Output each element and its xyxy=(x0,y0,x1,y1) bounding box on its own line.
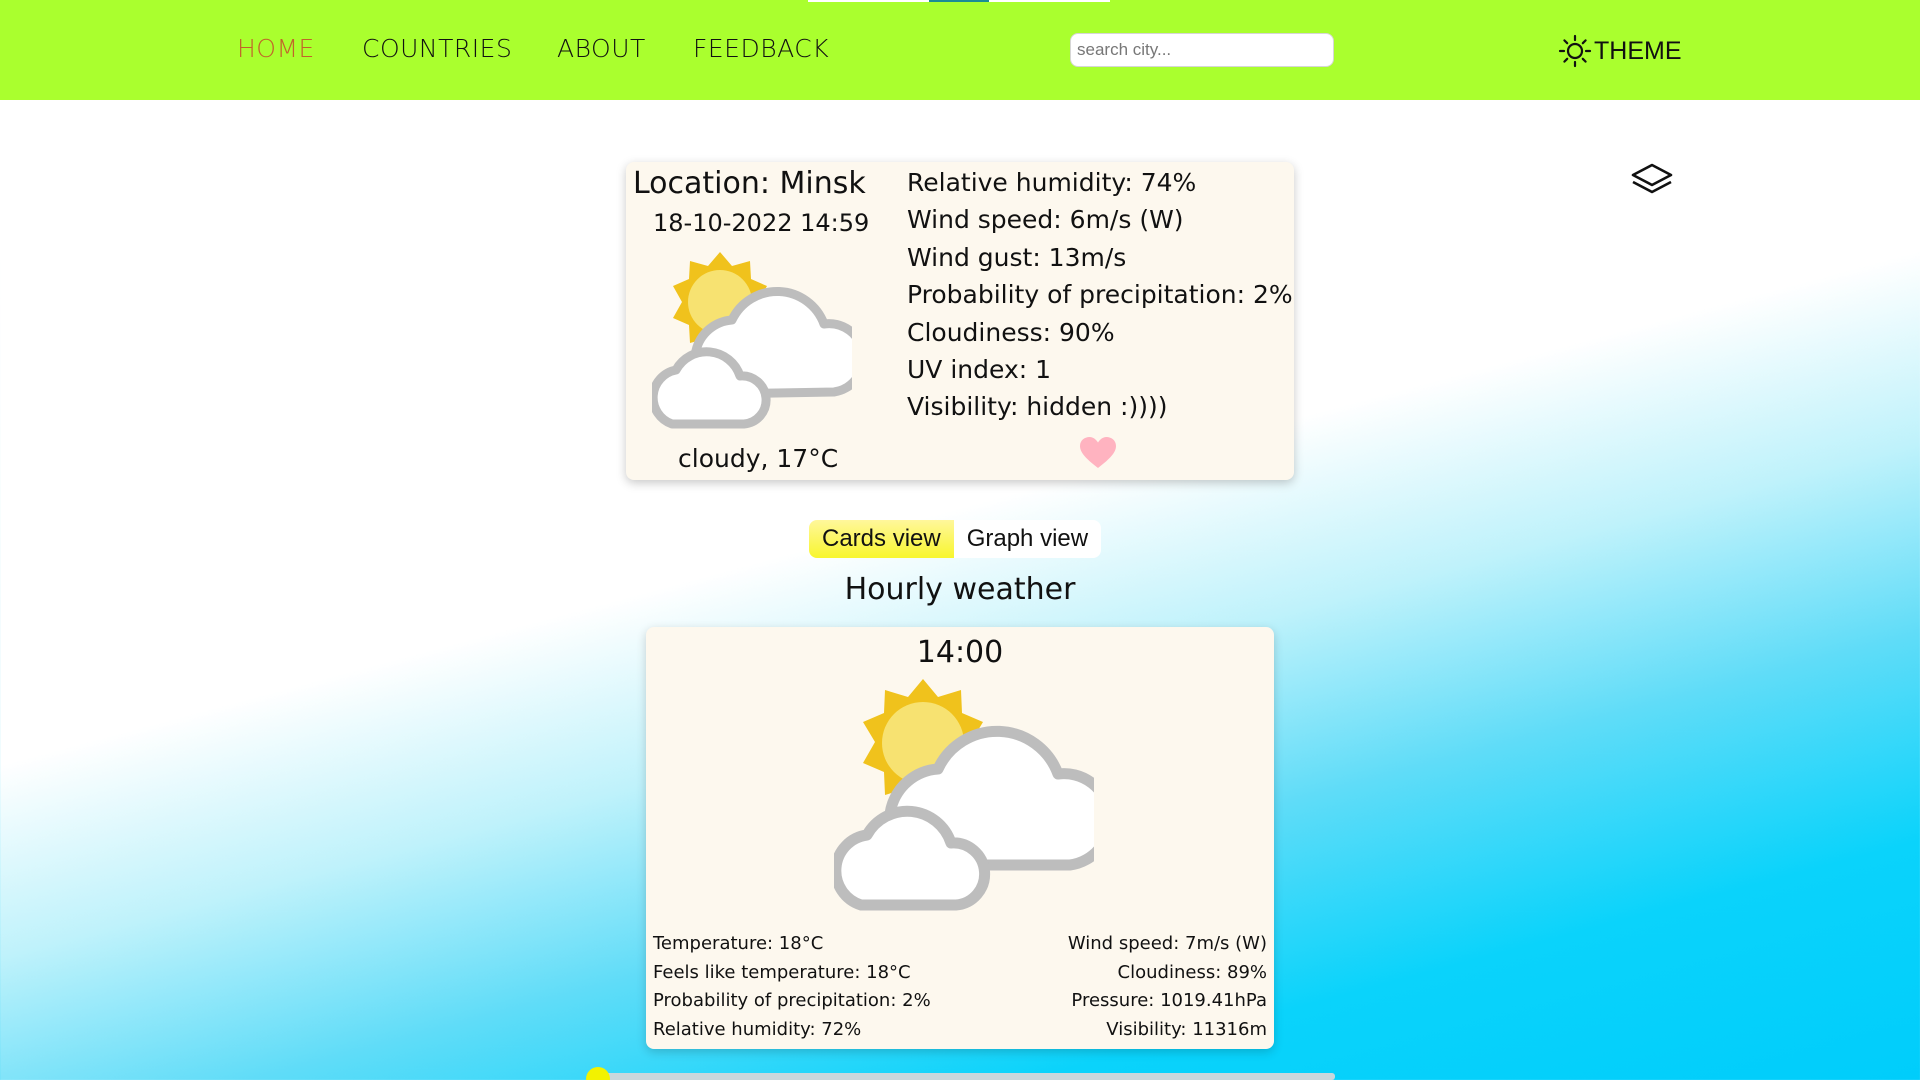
theme-toggle-button[interactable]: THEME xyxy=(1558,33,1682,69)
current-weather-card: Location: Minsk 18-10-2022 14:59 cloudy,… xyxy=(626,162,1294,480)
location-title: Location: Minsk xyxy=(633,166,866,201)
tab-cards-view[interactable]: Cards view xyxy=(809,520,954,558)
hour-precipitation: Probability of precipitation: 2% xyxy=(653,990,931,1012)
hour-humidity: Relative humidity: 72% xyxy=(653,1018,862,1040)
hourly-slider-track[interactable] xyxy=(596,1073,1335,1080)
hour-details-left: Temperature: 18°C Feels like temperature… xyxy=(653,930,931,1044)
hour-details-right: Wind speed: 7m/s (W) Cloudiness: 89% Pre… xyxy=(1068,930,1267,1044)
partly-cloudy-icon xyxy=(834,679,1094,911)
tab-graph-view[interactable]: Graph view xyxy=(953,520,1102,558)
hour-cloudiness: Cloudiness: 89% xyxy=(1117,961,1267,983)
detail-visibility: Visibility: hidden :)))) xyxy=(907,392,1168,422)
hour-time: 14:00 xyxy=(916,635,1004,670)
layers-icon[interactable] xyxy=(1630,162,1674,200)
hour-pressure: Pressure: 1019.41hPa xyxy=(1071,990,1267,1012)
detail-humidity: Relative humidity: 74% xyxy=(907,168,1197,197)
top-progress-strip xyxy=(808,0,1110,2)
detail-cloudiness: Cloudiness: 90% xyxy=(907,317,1115,347)
hourly-weather-card: 14:00 Temperature: 18°C Feels like tempe… xyxy=(646,627,1274,1049)
heart-icon[interactable] xyxy=(1079,436,1117,470)
hour-visibility: Visibility: 11316m xyxy=(1106,1018,1267,1040)
detail-wind-speed: Wind speed: 6m/s (W) xyxy=(907,205,1184,235)
nav-feedback-link[interactable]: FEEDBACK xyxy=(693,34,829,63)
current-details-list: Relative humidity: 74% Wind speed: 6m/s … xyxy=(907,164,1293,426)
partly-cloudy-icon xyxy=(652,252,852,429)
current-datetime: 18-10-2022 14:59 xyxy=(653,209,870,237)
detail-uv-index: UV index: 1 xyxy=(907,355,1052,385)
nav-about-link[interactable]: ABOUT xyxy=(557,34,646,63)
navbar: HOME COUNTRIES ABOUT FEEDBACK THEME xyxy=(0,0,1920,100)
view-switch: Cards view Graph view xyxy=(809,520,1102,558)
detail-wind-gust: Wind gust: 13m/s xyxy=(907,242,1127,272)
hour-feels-like: Feels like temperature: 18°C xyxy=(653,961,911,983)
current-description: cloudy, 17°C xyxy=(678,444,839,473)
top-progress-segment xyxy=(929,0,989,2)
nav-countries-link[interactable]: COUNTRIES xyxy=(362,34,512,63)
detail-precipitation: Probability of precipitation: 2% xyxy=(907,280,1293,310)
theme-label: THEME xyxy=(1594,36,1682,65)
hourly-slider-thumb[interactable] xyxy=(586,1067,610,1080)
hourly-weather-title: Hourly weather xyxy=(844,572,1076,607)
nav-home-link[interactable]: HOME xyxy=(237,34,315,63)
sun-icon xyxy=(1558,34,1592,68)
hour-temperature: Temperature: 18°C xyxy=(653,933,824,954)
hour-wind-speed: Wind speed: 7m/s (W) xyxy=(1067,933,1267,954)
city-search-input[interactable] xyxy=(1070,33,1334,67)
